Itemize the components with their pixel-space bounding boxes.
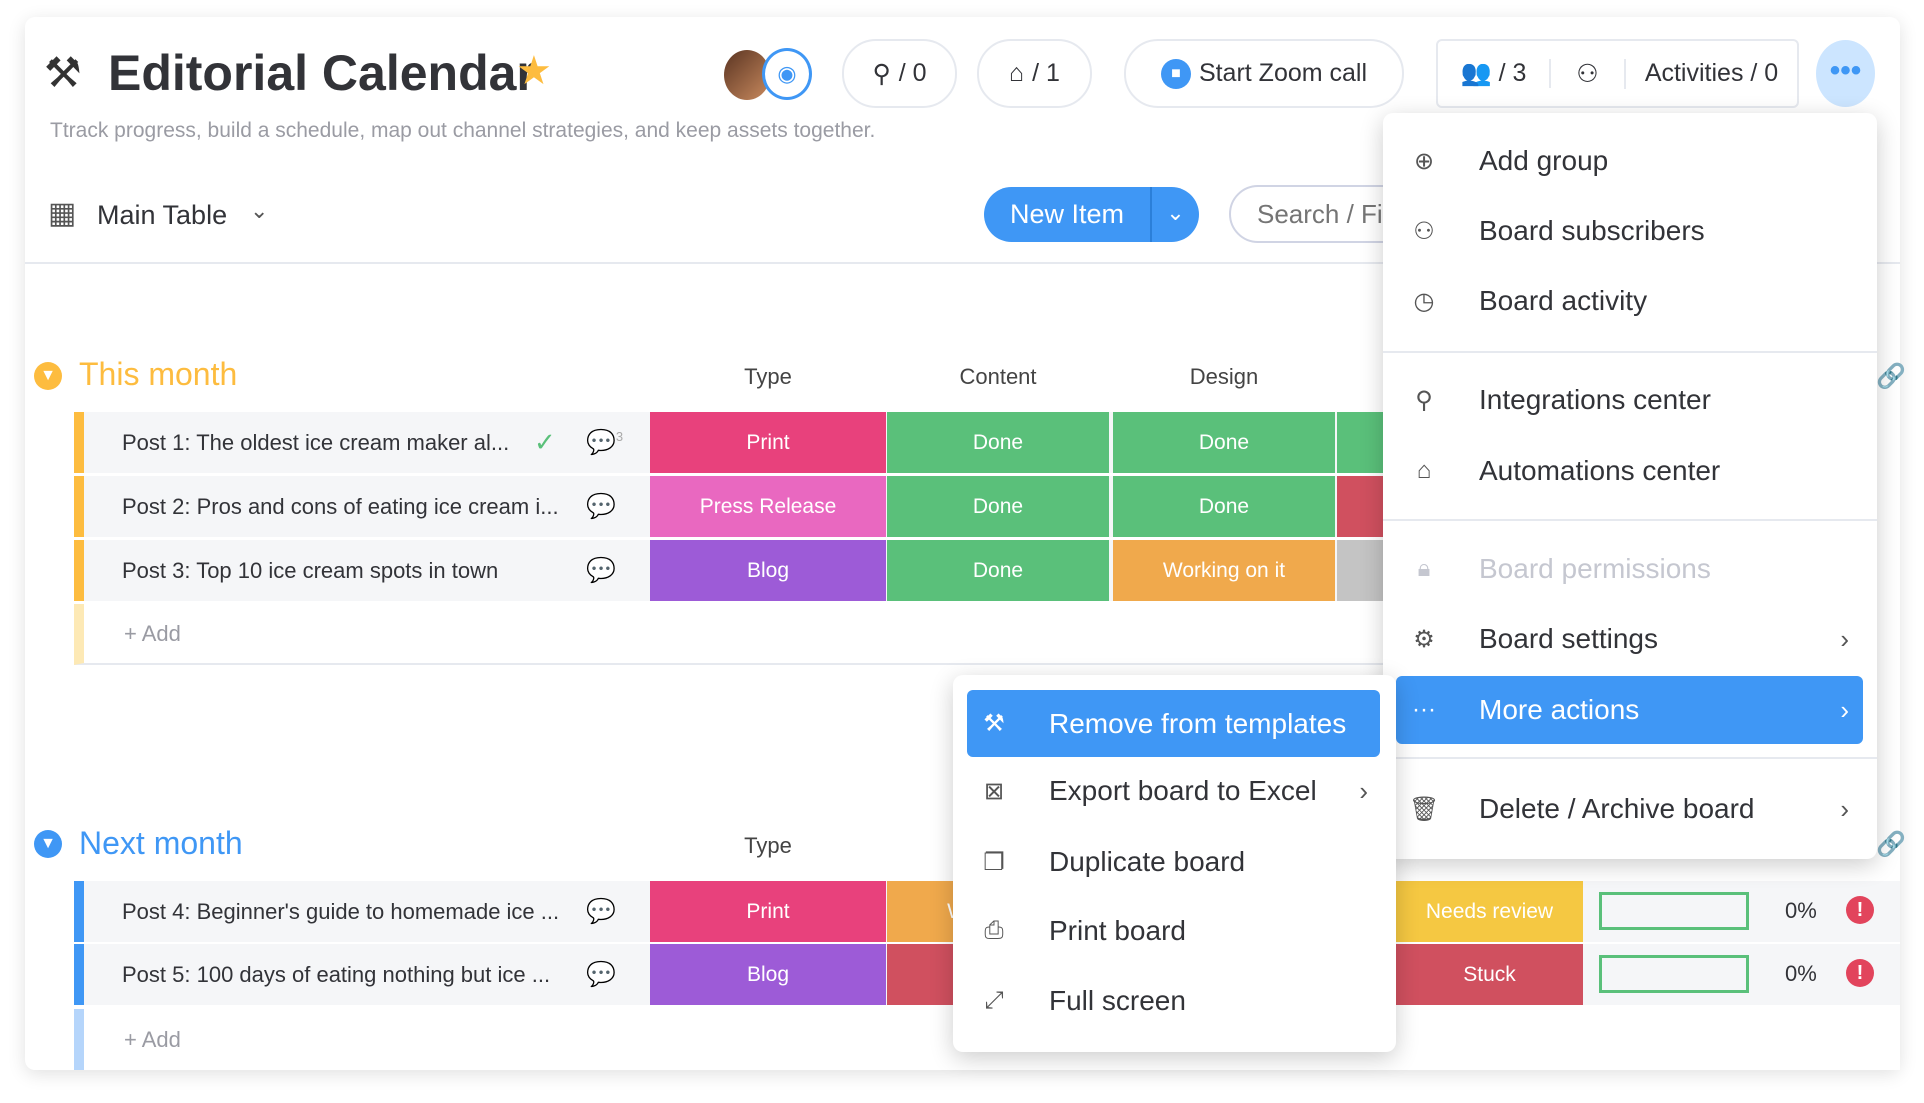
guest-icon: ⚇ xyxy=(1576,59,1599,88)
template-wand-icon: ⚒ xyxy=(44,49,82,96)
status-cell[interactable]: Needs review xyxy=(1396,881,1583,942)
more-dots-icon: ··· xyxy=(1412,696,1436,723)
type-cell[interactable]: Print xyxy=(650,412,886,473)
divider xyxy=(1396,757,1877,759)
chevron-right-icon: › xyxy=(1840,793,1849,824)
members-activity-group: 👥 / 3 ⚇ Activities / 0 xyxy=(1436,39,1799,108)
divider xyxy=(1383,351,1877,353)
type-cell[interactable]: Print xyxy=(650,881,886,942)
type-cell[interactable]: Press Release xyxy=(650,476,886,537)
chevron-right-icon: › xyxy=(1840,694,1849,725)
progress-percent: 0% xyxy=(1785,898,1817,923)
menu-item-add-group[interactable]: ⊕ Add group xyxy=(1383,129,1877,193)
comment-icon[interactable]: 💬3 xyxy=(586,428,623,457)
design-cell[interactable]: Done xyxy=(1113,476,1335,537)
integrations-icon: ⚲ xyxy=(872,59,891,88)
group-title[interactable]: This month xyxy=(79,356,237,393)
plus-circle-icon: ⊕ xyxy=(1413,147,1435,175)
people-icon: ⚇ xyxy=(1413,217,1435,245)
check-icon[interactable]: ✓ xyxy=(534,427,556,458)
chevron-down-icon[interactable]: ⌄ xyxy=(250,198,268,224)
status-cell[interactable] xyxy=(1337,476,1387,537)
column-header-type[interactable]: Type xyxy=(650,833,886,859)
submenu-item-duplicate-board[interactable]: ❐ Duplicate board xyxy=(953,830,1396,894)
column-header-design[interactable]: Design xyxy=(1113,364,1335,390)
more-actions-submenu: ⚒ Remove from templates ⊠ Export board to … xyxy=(953,675,1396,1052)
add-item-row[interactable]: + Add xyxy=(74,604,1394,665)
submenu-item-remove-from-templates[interactable]: ⚒ Remove from templates xyxy=(967,690,1380,757)
comment-icon[interactable]: 💬 xyxy=(586,556,616,585)
viewer-icon[interactable]: ◉ xyxy=(762,48,812,100)
menu-item-board-settings[interactable]: ⚙ Board settings › xyxy=(1383,607,1877,671)
star-icon[interactable]: ★ xyxy=(516,48,552,94)
menu-item-board-permissions: 🔒︎ Board permissions xyxy=(1383,537,1877,601)
robot-icon: ⌂ xyxy=(1009,59,1025,87)
chevron-right-icon: › xyxy=(1840,623,1849,654)
members-button[interactable]: 👥 / 3 xyxy=(1438,59,1551,88)
zoom-icon: ■ xyxy=(1160,58,1191,89)
column-header-type[interactable]: Type xyxy=(650,364,886,390)
board-options-menu: ⊕ Add group ⚇ Board subscribers ◷ Board act… xyxy=(1383,113,1877,859)
content-cell[interactable]: Done xyxy=(887,476,1109,537)
type-cell[interactable]: Blog xyxy=(650,540,886,601)
design-cell[interactable]: Done xyxy=(1113,412,1335,473)
gear-icon: ⚙ xyxy=(1413,625,1435,653)
comment-icon[interactable]: 💬 xyxy=(586,492,616,521)
excel-icon: ⊠ xyxy=(983,777,1005,805)
printer-icon: ⎙ xyxy=(984,917,1004,944)
menu-item-more-actions[interactable]: ··· More actions › xyxy=(1396,676,1863,744)
activities-button[interactable]: Activities / 0 xyxy=(1626,59,1797,88)
group-collapse-icon[interactable]: ▼ xyxy=(34,830,62,858)
robot-icon: ⌂ xyxy=(1416,457,1432,484)
view-selector[interactable]: Main Table xyxy=(97,200,227,231)
submenu-item-export-board-to-excel[interactable]: ⊠ Export board to Excel › xyxy=(953,759,1396,823)
menu-item-automations-center[interactable]: ⌂ Automations center xyxy=(1383,439,1877,503)
type-cell[interactable]: Blog xyxy=(650,944,886,1005)
link-icon[interactable]: 🔗 xyxy=(1876,830,1906,859)
people-icon: 👥 xyxy=(1460,59,1492,87)
new-item-button[interactable]: New Item ⌄ xyxy=(984,187,1199,242)
comment-icon[interactable]: 💬 xyxy=(586,960,616,989)
alert-icon[interactable]: ! xyxy=(1846,959,1874,987)
menu-item-delete-archive-board[interactable]: 🗑︎ Delete / Archive board › xyxy=(1383,777,1877,841)
more-options-button[interactable]: ••• xyxy=(1816,40,1875,107)
guests-button[interactable]: ⚇ xyxy=(1551,58,1626,89)
lock-icon: 🔒︎ xyxy=(1417,555,1431,582)
zoom-call-button[interactable]: ■ Start Zoom call xyxy=(1124,39,1404,108)
new-item-dropdown-icon[interactable]: ⌄ xyxy=(1150,187,1199,242)
comment-icon[interactable]: 💬 xyxy=(586,897,616,926)
progress-bar xyxy=(1599,955,1749,993)
divider xyxy=(1383,519,1877,521)
board-description[interactable]: Ttrack progress, build a schedule, map o… xyxy=(50,119,875,143)
progress-bar xyxy=(1599,892,1749,930)
submenu-item-full-screen[interactable]: ⤢ Full screen xyxy=(953,969,1396,1033)
plug-icon: ⚲ xyxy=(1415,386,1433,414)
automations-button[interactable]: ⌂/ 1 xyxy=(977,39,1092,108)
table-icon: ▦ xyxy=(48,197,77,230)
link-icon[interactable]: 🔗 xyxy=(1876,362,1906,391)
duplicate-icon: ❐ xyxy=(983,848,1005,876)
column-header-content[interactable]: Content xyxy=(886,364,1110,390)
status-cell[interactable] xyxy=(1337,412,1387,473)
trash-icon: 🗑︎ xyxy=(1409,795,1440,823)
integrations-button[interactable]: ⚲/ 0 xyxy=(842,39,957,108)
menu-item-board-subscribers[interactable]: ⚇ Board subscribers xyxy=(1383,199,1877,263)
content-cell[interactable]: Done xyxy=(887,412,1109,473)
status-cell[interactable]: Stuck xyxy=(1396,944,1583,1005)
fullscreen-icon: ⤢ xyxy=(984,987,1004,1014)
group-collapse-icon[interactable]: ▼ xyxy=(34,362,62,390)
alert-icon[interactable]: ! xyxy=(1846,896,1874,924)
chevron-right-icon: › xyxy=(1359,775,1368,806)
status-cell[interactable] xyxy=(1337,540,1387,601)
wand-icon: ⚒ xyxy=(983,710,1005,737)
design-cell[interactable]: Working on it xyxy=(1113,540,1335,601)
group-title[interactable]: Next month xyxy=(79,825,243,862)
menu-item-integrations-center[interactable]: ⚲ Integrations center xyxy=(1383,368,1877,432)
progress-percent: 0% xyxy=(1785,961,1817,986)
board-title[interactable]: Editorial Calendar xyxy=(108,44,536,102)
submenu-item-print-board[interactable]: ⎙ Print board xyxy=(953,899,1396,963)
menu-item-board-activity[interactable]: ◷ Board activity xyxy=(1383,269,1877,333)
content-cell[interactable]: Done xyxy=(887,540,1109,601)
activity-icon: ◷ xyxy=(1413,287,1435,315)
